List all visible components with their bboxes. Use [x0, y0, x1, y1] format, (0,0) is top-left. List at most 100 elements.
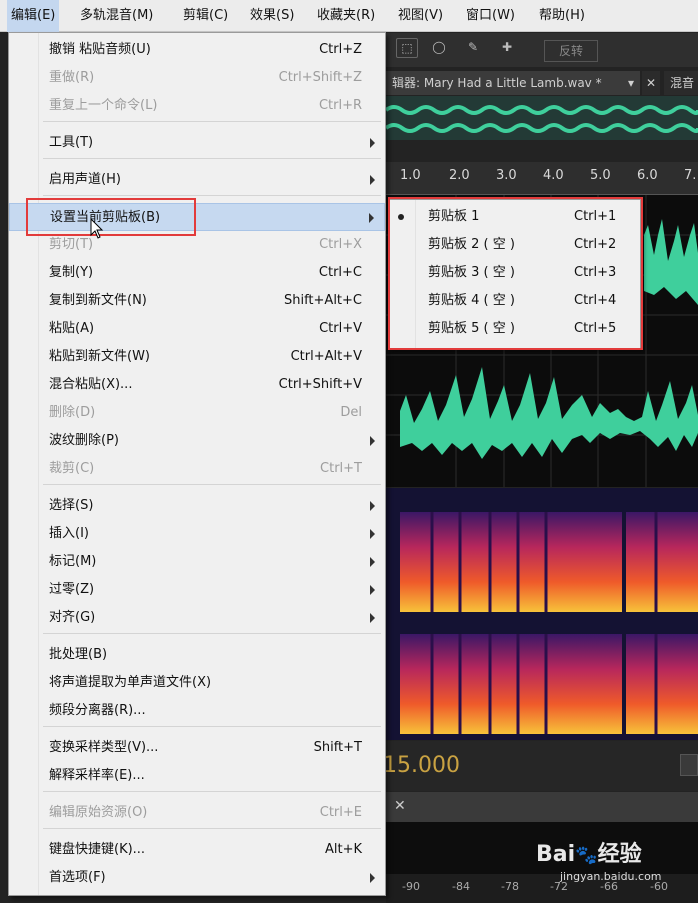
menu-item-shortcut: Ctrl+Z	[319, 42, 362, 57]
menu-item[interactable]: 频段分离器(R)...	[9, 697, 385, 725]
menu-item[interactable]: 插入(I)	[9, 520, 385, 548]
menu-item-shortcut: Ctrl+C	[318, 265, 362, 280]
submenu-arrow-icon	[370, 501, 375, 511]
menu-item-label: 对齐(G)	[49, 610, 96, 625]
tab-close-icon[interactable]: ✕	[642, 71, 660, 95]
menu-item[interactable]: 粘贴(A) Ctrl+V	[9, 315, 385, 343]
menu-separator	[43, 158, 381, 159]
menu-item-shortcut: Ctrl+V	[319, 321, 362, 336]
menubar-clip[interactable]: 剪辑(C)	[179, 0, 232, 32]
menubar-edit[interactable]: 编辑(E)	[7, 0, 60, 32]
annotation-highlight-menu-item	[26, 198, 196, 236]
menubar-help[interactable]: 帮助(H)	[535, 0, 589, 32]
menu-item-shortcut: Ctrl+E	[319, 805, 362, 820]
menu-item[interactable]: 变换采样类型(V)... Shift+T	[9, 734, 385, 762]
menu-item[interactable]: 撤销 粘贴音频(U) Ctrl+Z	[9, 36, 385, 64]
spectral-display[interactable]	[386, 488, 698, 740]
watermark-logo: Bai🐾经验	[536, 836, 642, 868]
overview-waveform-graphic	[384, 96, 698, 140]
edit-menu: 撤销 粘贴音频(U) Ctrl+Z 重做(R) Ctrl+Shift+Z 重复上一个命令…	[8, 32, 386, 896]
menu-item[interactable]: 批处理(B)	[9, 641, 385, 669]
menu-item-label: 重做(R)	[49, 70, 95, 85]
menu-item[interactable]: 对齐(G)	[9, 604, 385, 632]
menu-item[interactable]: 波纹删除(P)	[9, 427, 385, 455]
menu-item-label: 首选项(F)	[49, 870, 106, 885]
submenu-arrow-icon	[370, 436, 375, 446]
overview-waveform[interactable]	[384, 96, 698, 140]
mixer-tab[interactable]: 混音	[664, 71, 698, 95]
submenu-arrow-icon	[369, 213, 374, 223]
healing-tool-icon[interactable]: ✚	[496, 38, 518, 58]
menu-item-label: 频段分离器(R)...	[49, 703, 146, 718]
menu-item-shortcut: Ctrl+R	[318, 98, 362, 113]
menubar-effects[interactable]: 效果(S)	[246, 0, 298, 32]
marquee-tool-icon[interactable]: ⬚	[396, 38, 418, 58]
menu-item-label: 复制到新文件(N)	[49, 293, 147, 308]
menu-item[interactable]: 启用声道(H)	[9, 166, 385, 194]
ruler-label: 6.0	[637, 168, 658, 183]
tab-dropdown-icon[interactable]: ▾	[622, 71, 640, 95]
menu-item: 重做(R) Ctrl+Shift+Z	[9, 64, 385, 92]
menu-item-label: 键盘快捷键(K)...	[49, 842, 146, 857]
ruler-label: 5.0	[590, 168, 611, 183]
watermark-brand: Bai	[536, 842, 576, 867]
menu-item: 重复上一个命令(L) Ctrl+R	[9, 92, 385, 120]
menu-item-shortcut: Shift+Alt+C	[283, 293, 362, 308]
menu-item-shortcut: Ctrl+Alt+V	[290, 349, 362, 364]
submenu-arrow-icon	[370, 873, 375, 883]
time-display: 15.000	[383, 753, 460, 778]
editor-tab[interactable]: 辑器: Mary Had a Little Lamb.wav *	[386, 71, 622, 95]
menu-item[interactable]: 工具(T)	[9, 129, 385, 157]
menu-item[interactable]: 过零(Z)	[9, 576, 385, 604]
panel-close-icon[interactable]: ✕	[394, 798, 406, 814]
menu-item-label: 工具(T)	[49, 135, 94, 150]
menu-bar: 编辑(E) 多轨混音(M) 剪辑(C) 效果(S) 收藏夹(R) 视图(V) 窗…	[0, 0, 698, 32]
watermark-brand2: 经验	[597, 842, 642, 867]
menu-item-shortcut: Ctrl+T	[320, 461, 362, 476]
submenu-arrow-icon	[370, 175, 375, 185]
menu-item[interactable]: 混合粘贴(X)... Ctrl+Shift+V	[9, 371, 385, 399]
mouse-cursor-icon	[90, 218, 104, 239]
menu-item-label: 粘贴到新文件(W)	[49, 349, 150, 364]
transport-button[interactable]	[680, 754, 698, 776]
menubar-view[interactable]: 视图(V)	[394, 0, 447, 32]
menubar-favorites[interactable]: 收藏夹(R)	[313, 0, 379, 32]
level-scale-label: -90	[402, 880, 420, 893]
menu-item[interactable]: 复制到新文件(N) Shift+Alt+C	[9, 287, 385, 315]
menu-item-shortcut: Ctrl+Shift+Z	[278, 70, 362, 85]
levels-header	[386, 792, 698, 822]
menu-item[interactable]: 标记(M)	[9, 548, 385, 576]
menu-item-label: 批处理(B)	[49, 647, 108, 662]
lasso-tool-icon[interactable]: ◯	[428, 38, 450, 58]
menu-separator	[43, 195, 381, 196]
brush-tool-icon[interactable]: ✎	[462, 38, 484, 58]
spectrogram-graphic	[400, 512, 698, 734]
menu-item-label: 裁剪(C)	[49, 461, 95, 476]
menu-separator	[43, 791, 381, 792]
ruler-label: 2.0	[449, 168, 470, 183]
menu-separator	[43, 828, 381, 829]
invert-button[interactable]: 反转	[544, 40, 598, 62]
menu-item[interactable]: 选择(S)	[9, 492, 385, 520]
menubar-multitrack[interactable]: 多轨混音(M)	[76, 0, 157, 32]
submenu-arrow-icon	[370, 613, 375, 623]
menu-item: 删除(D) Del	[9, 399, 385, 427]
menu-item-label: 波纹删除(P)	[49, 433, 119, 448]
menu-separator	[43, 726, 381, 727]
menu-item-shortcut: Del	[340, 405, 362, 420]
menu-separator	[43, 633, 381, 634]
submenu-arrow-icon	[370, 138, 375, 148]
menu-item-shortcut: Alt+K	[324, 842, 362, 857]
menu-item[interactable]: 将声道提取为单声道文件(X)	[9, 669, 385, 697]
submenu-arrow-icon	[370, 585, 375, 595]
menu-item[interactable]: 粘贴到新文件(W) Ctrl+Alt+V	[9, 343, 385, 371]
menu-item-label: 启用声道(H)	[49, 172, 121, 187]
menubar-window[interactable]: 窗口(W)	[462, 0, 519, 32]
menu-item[interactable]: 首选项(F)	[9, 864, 385, 892]
menu-item[interactable]: 键盘快捷键(K)... Alt+K	[9, 836, 385, 864]
menu-separator	[43, 484, 381, 485]
menu-item[interactable]: 复制(Y) Ctrl+C	[9, 259, 385, 287]
menu-item: 裁剪(C) Ctrl+T	[9, 455, 385, 483]
menu-item-label: 重复上一个命令(L)	[49, 98, 158, 113]
menu-item[interactable]: 解释采样率(E)...	[9, 762, 385, 790]
